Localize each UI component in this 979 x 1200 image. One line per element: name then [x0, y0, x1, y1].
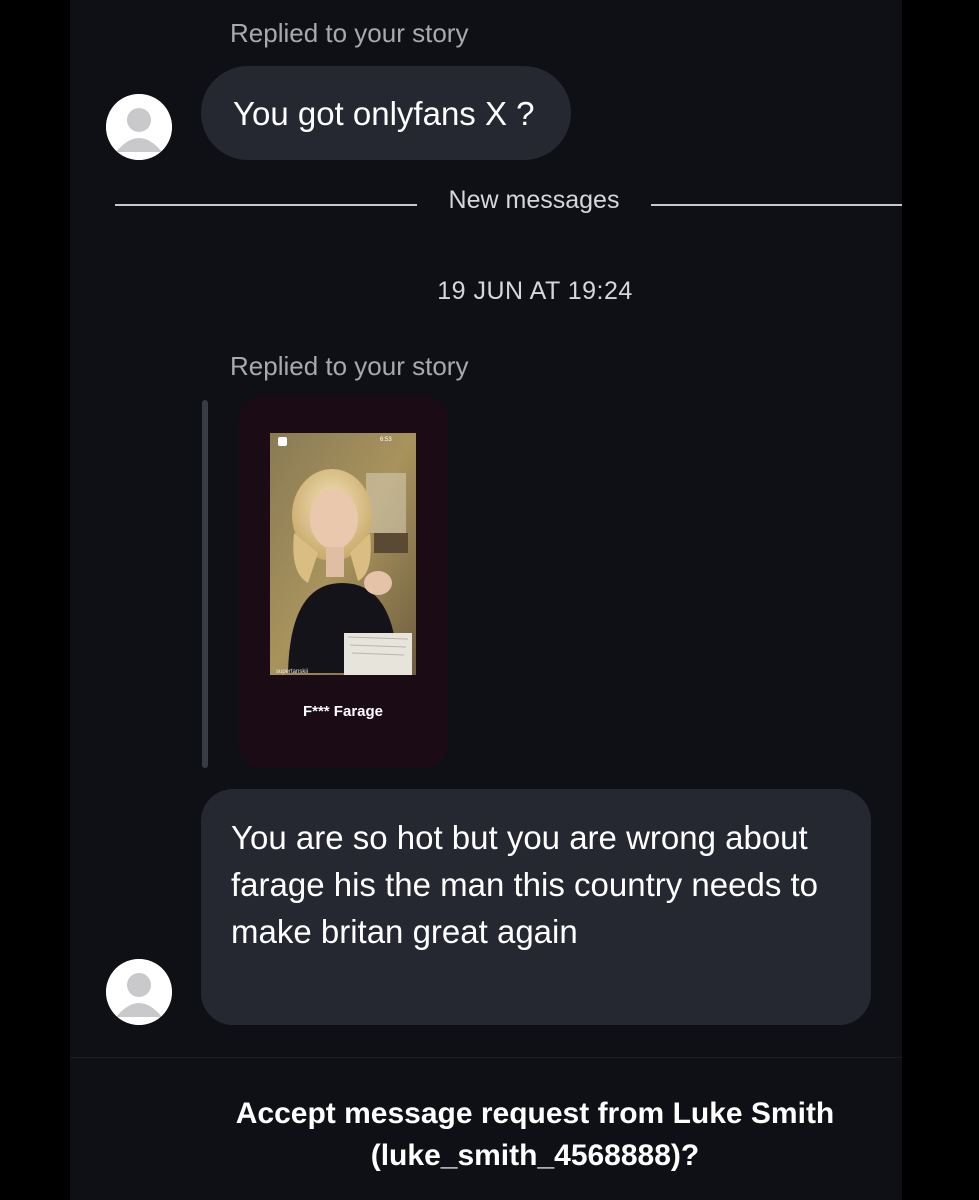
story-status-time: 6:53 [380, 437, 392, 443]
default-profile-icon[interactable] [106, 959, 172, 1025]
footer-divider [70, 1057, 902, 1058]
message-request-prompt: Accept message request from Luke Smith (… [180, 1093, 890, 1177]
lock-icon [278, 437, 287, 446]
message-timestamp: 19 JUN AT 19:24 [437, 277, 633, 305]
story-username: supertanskii [276, 669, 309, 675]
new-messages-divider: New messages [448, 186, 620, 214]
reply-label: Replied to your story [230, 18, 469, 48]
story-caption: F*** Farage [302, 703, 384, 720]
message-bubble[interactable]: You got onlyfans X ? [201, 66, 571, 160]
reply-label: Replied to your story [230, 351, 469, 381]
divider-line-left [115, 204, 417, 206]
request-line-1: Accept message request from Luke Smith [235, 1097, 835, 1130]
story-preview[interactable]: 6:53 supertanskii F*** Farage [238, 397, 448, 768]
reply-thread-bar [202, 400, 208, 768]
message-text: You are so hot but you are wrong about f… [231, 819, 819, 950]
message-text: You got onlyfans X ? [233, 94, 535, 132]
story-photo: 6:53 supertanskii [270, 433, 416, 675]
default-profile-icon[interactable] [106, 94, 172, 160]
divider-line-right [651, 204, 902, 206]
message-bubble[interactable]: You are so hot but you are wrong about f… [201, 789, 871, 1025]
request-line-2: (luke_smith_4568888)? [370, 1139, 700, 1172]
